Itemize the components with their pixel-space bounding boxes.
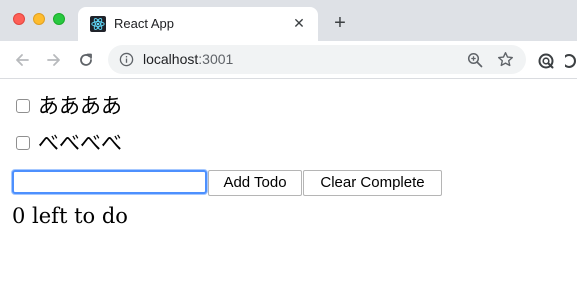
minimize-window-button[interactable] <box>33 13 45 25</box>
zoom-icon[interactable] <box>467 52 483 68</box>
todo-checkbox[interactable] <box>16 99 30 113</box>
forward-arrow-icon <box>47 54 60 66</box>
back-button[interactable] <box>11 49 33 71</box>
reload-button[interactable] <box>75 49 97 71</box>
todo-text: ああああ <box>38 94 122 118</box>
todo-input[interactable] <box>12 170 207 194</box>
url-port: :3001 <box>198 51 234 67</box>
todo-checkbox[interactable] <box>16 136 30 150</box>
back-arrow-icon <box>16 54 29 66</box>
bookmark-star-icon[interactable] <box>497 51 514 68</box>
react-logo-icon <box>90 16 106 32</box>
add-todo-button[interactable]: Add Todo <box>208 170 302 196</box>
page-content: ああああ べべべべ Add Todo Clear Complete 0 left… <box>0 79 577 286</box>
todo-item: べべべべ <box>14 130 122 156</box>
info-icon[interactable] <box>119 52 134 67</box>
address-bar[interactable]: localhost:3001 <box>108 45 526 74</box>
reload-icon <box>80 53 92 66</box>
extension-icon[interactable] <box>537 52 555 70</box>
new-tab-button[interactable]: + <box>330 12 350 34</box>
todo-item: ああああ <box>14 93 122 119</box>
browser-tab[interactable]: React App ✕ <box>78 7 318 41</box>
menu-icon[interactable] <box>565 52 577 70</box>
tab-title: React App <box>114 16 174 31</box>
close-window-button[interactable] <box>13 13 25 25</box>
forward-button[interactable] <box>43 49 65 71</box>
url-host: localhost <box>143 51 199 67</box>
remaining-count-text: 0 left to do <box>12 204 128 228</box>
tab-close-icon[interactable]: ✕ <box>290 14 308 32</box>
browser-title-bar: React App ✕ + <box>0 0 577 41</box>
clear-complete-button[interactable]: Clear Complete <box>303 170 442 196</box>
todo-text: べべべべ <box>38 131 122 155</box>
url-text: localhost:3001 <box>143 50 233 69</box>
maximize-window-button[interactable] <box>53 13 65 25</box>
browser-toolbar: localhost:3001 <box>0 41 577 79</box>
